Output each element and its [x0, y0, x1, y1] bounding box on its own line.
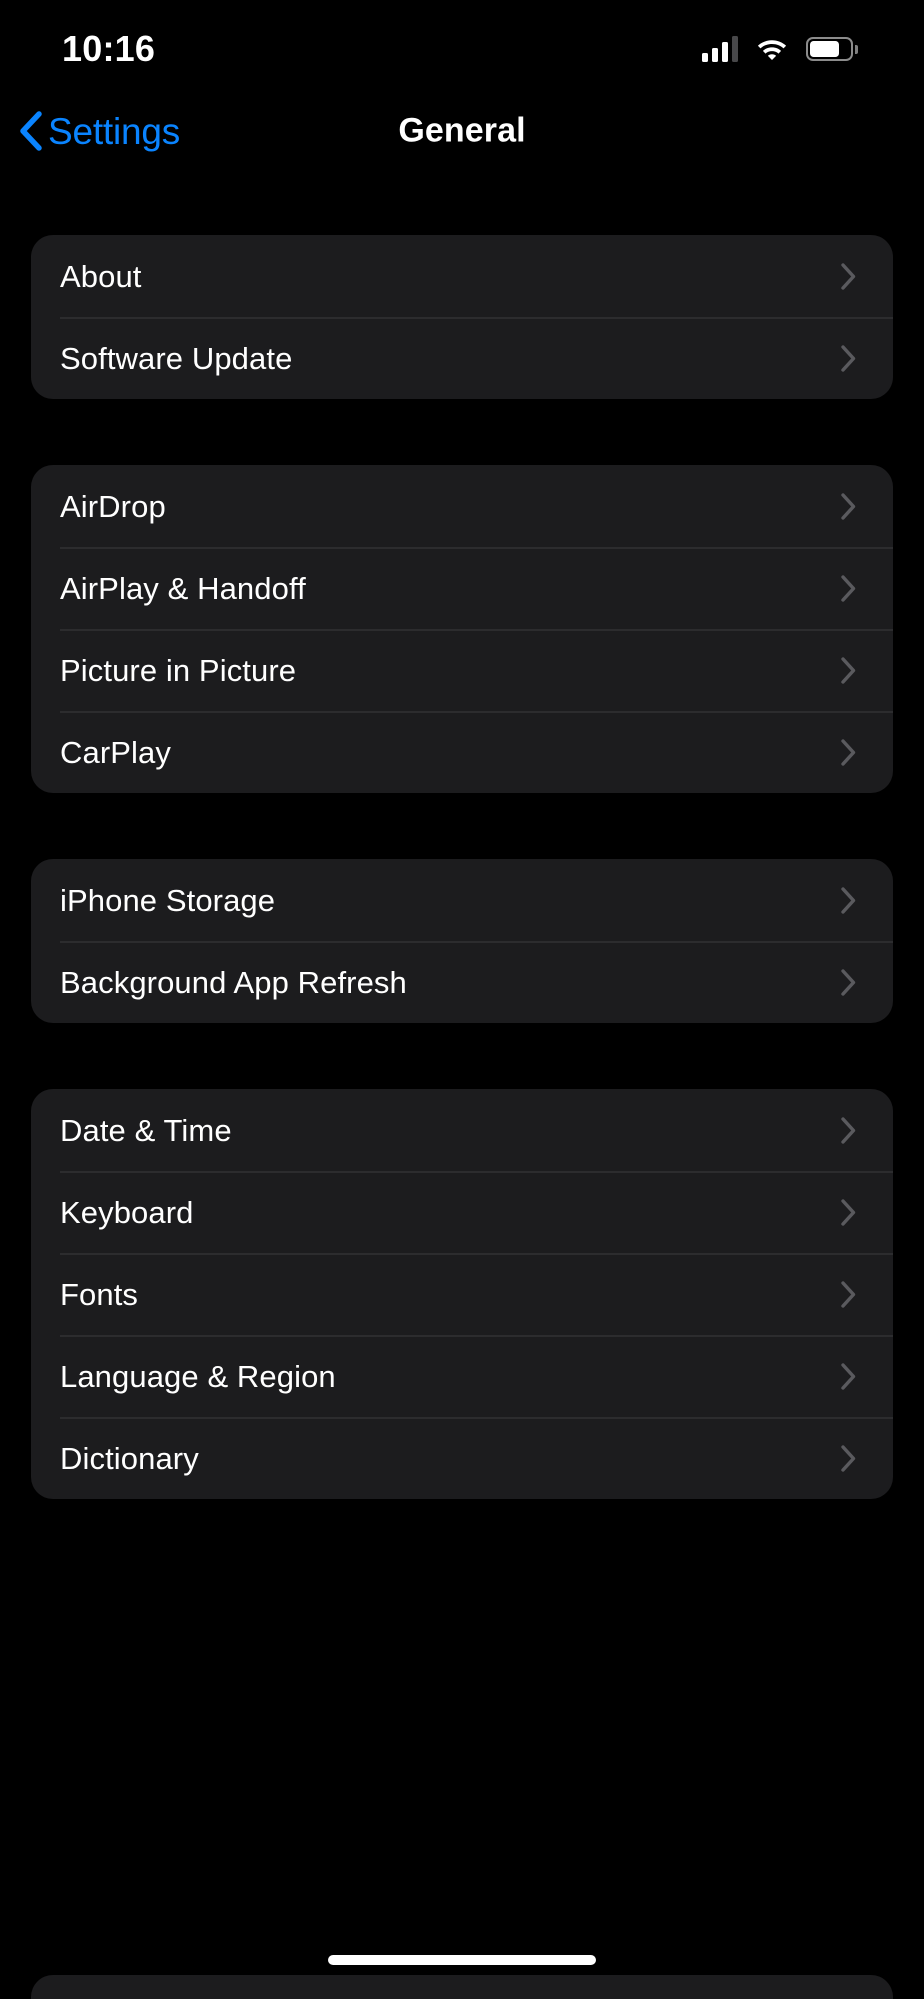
settings-row-label: Fonts [60, 1276, 139, 1312]
settings-row-software-update[interactable]: Software Update [31, 317, 893, 399]
chevron-right-icon [840, 574, 864, 603]
settings-group-next-partial[interactable] [31, 1975, 893, 1999]
settings-row-background-app-refresh[interactable]: Background App Refresh [31, 941, 893, 1023]
settings-group-localization: Date & Time Keyboard Fonts Language & Re… [31, 1089, 893, 1499]
settings-row-dictionary[interactable]: Dictionary [31, 1417, 893, 1499]
settings-row-label: About [60, 258, 142, 294]
wifi-icon [756, 37, 788, 61]
settings-row-airdrop[interactable]: AirDrop [31, 465, 893, 547]
status-bar: 10:16 [0, 0, 924, 92]
chevron-right-icon [840, 1198, 864, 1227]
chevron-right-icon [840, 738, 864, 767]
chevron-right-icon [840, 344, 864, 373]
navigation-bar: Settings General [0, 92, 924, 170]
settings-row-label: Keyboard [60, 1194, 194, 1230]
settings-general-screen: 10:16 Settings General About Software Up… [0, 0, 924, 1999]
settings-row-label: CarPlay [60, 734, 171, 770]
chevron-right-icon [840, 492, 864, 521]
chevron-right-icon [840, 1280, 864, 1309]
settings-row-label: Software Update [60, 340, 293, 376]
settings-row-label: AirDrop [60, 488, 166, 524]
settings-row-label: Picture in Picture [60, 652, 297, 688]
settings-row-iphone-storage[interactable]: iPhone Storage [31, 859, 893, 941]
settings-row-about[interactable]: About [31, 235, 893, 317]
settings-row-label: AirPlay & Handoff [60, 570, 306, 606]
settings-group-about: About Software Update [31, 235, 893, 399]
settings-row-fonts[interactable]: Fonts [31, 1253, 893, 1335]
settings-row-label: Background App Refresh [60, 964, 407, 1000]
home-indicator-bar[interactable] [328, 1955, 596, 1965]
settings-row-keyboard[interactable]: Keyboard [31, 1171, 893, 1253]
settings-row-label: iPhone Storage [60, 882, 276, 918]
chevron-right-icon [840, 262, 864, 291]
settings-row-label: Date & Time [60, 1112, 232, 1148]
status-bar-icons [702, 30, 858, 62]
settings-row-picture-in-picture[interactable]: Picture in Picture [31, 629, 893, 711]
settings-row-label: Dictionary [60, 1440, 199, 1476]
settings-row-airplay-handoff[interactable]: AirPlay & Handoff [31, 547, 893, 629]
battery-icon [806, 37, 858, 61]
settings-row-label: Language & Region [60, 1358, 336, 1394]
settings-group-connectivity: AirDrop AirPlay & Handoff Picture in Pic… [31, 465, 893, 793]
chevron-right-icon [840, 656, 864, 685]
chevron-right-icon [840, 886, 864, 915]
chevron-right-icon [840, 1362, 864, 1391]
settings-row-carplay[interactable]: CarPlay [31, 711, 893, 793]
chevron-right-icon [840, 1116, 864, 1145]
status-bar-time: 10:16 [62, 28, 156, 69]
chevron-right-icon [840, 1444, 864, 1473]
settings-row-date-time[interactable]: Date & Time [31, 1089, 893, 1171]
settings-row-language-region[interactable]: Language & Region [31, 1335, 893, 1417]
settings-list: About Software Update AirDrop AirPlay & … [0, 170, 924, 1565]
cellular-signal-icon [702, 36, 738, 62]
settings-group-storage: iPhone Storage Background App Refresh [31, 859, 893, 1023]
chevron-right-icon [840, 968, 864, 997]
page-title: General [398, 111, 526, 150]
